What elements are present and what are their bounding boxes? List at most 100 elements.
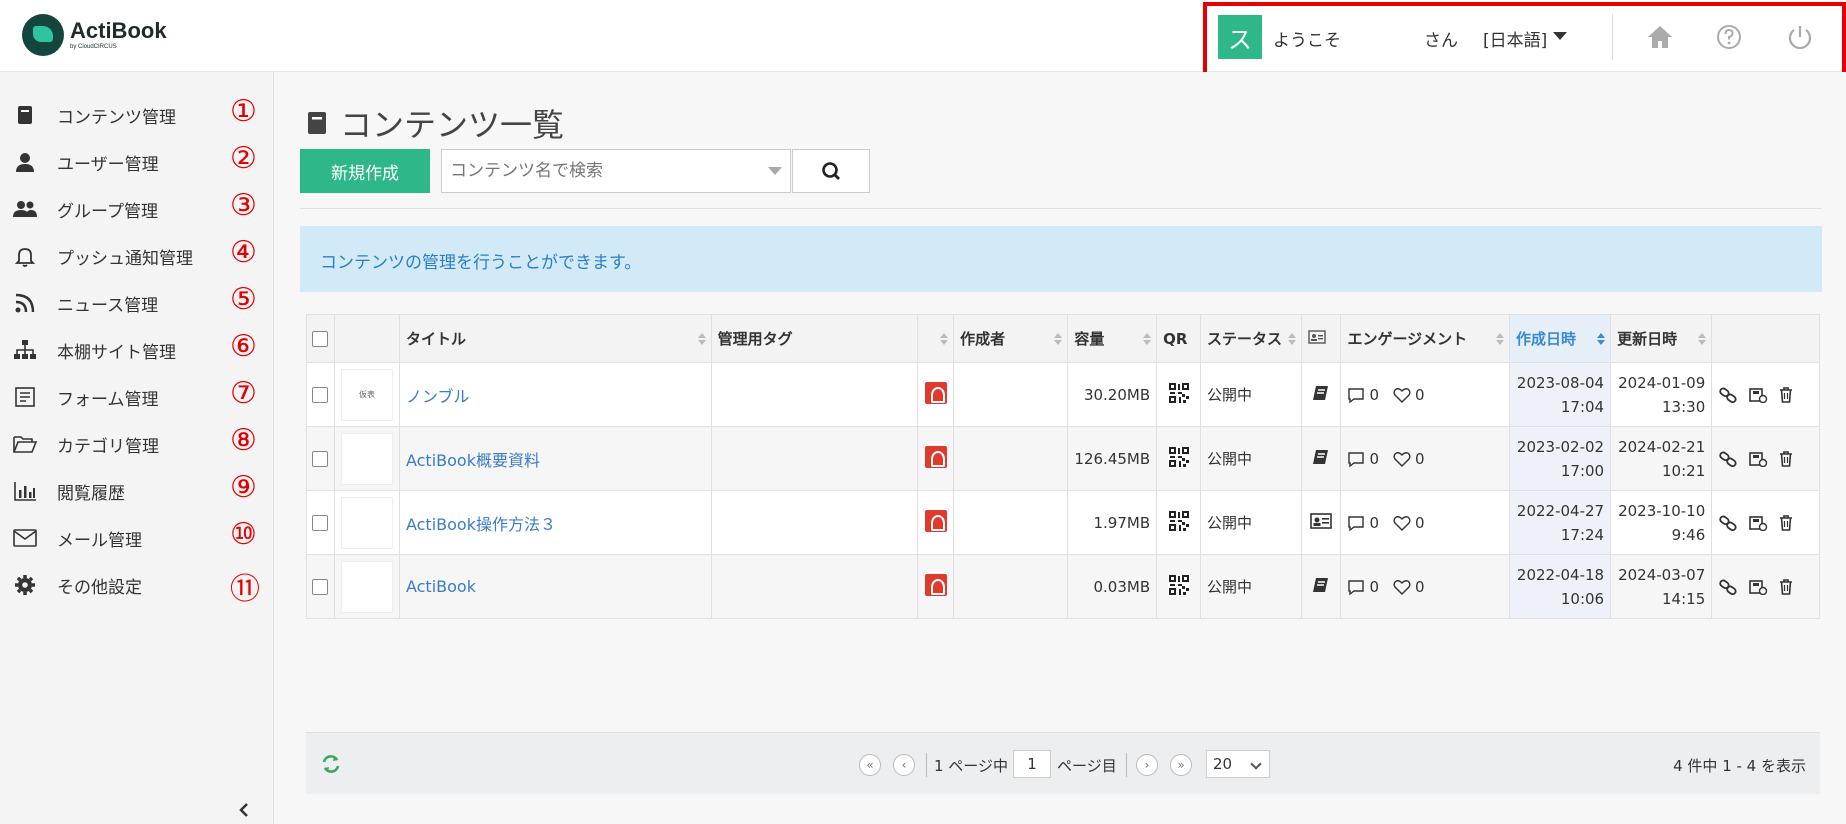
content-thumbnail[interactable]: 仮表 bbox=[340, 368, 393, 421]
content-title-link[interactable]: ActiBook bbox=[406, 577, 476, 596]
create-new-button[interactable]: 新規作成 bbox=[300, 149, 430, 193]
col-updated[interactable]: 更新日時 bbox=[1610, 314, 1713, 363]
row-checkbox[interactable] bbox=[312, 515, 328, 531]
sidebar-item-users[interactable]: ユーザー管理 ② bbox=[0, 141, 274, 182]
content-thumbnail[interactable] bbox=[340, 560, 393, 613]
col-title[interactable]: タイトル bbox=[398, 314, 712, 363]
sidebar: コンテンツ管理 ① ユーザー管理 ② グループ管理 ③ プッシュ通知管理 ④ ニ… bbox=[0, 72, 274, 824]
thumb-cell bbox=[333, 554, 400, 619]
book-icon bbox=[18, 106, 32, 124]
link-icon[interactable] bbox=[1718, 387, 1738, 403]
qr-cell bbox=[1156, 426, 1201, 491]
engagement-cell: 00 bbox=[1340, 554, 1510, 619]
collapse-sidebar-icon[interactable] bbox=[234, 800, 254, 820]
pdf-icon bbox=[924, 573, 947, 596]
col-size[interactable]: 容量 bbox=[1067, 314, 1158, 363]
qr-code-icon[interactable] bbox=[1167, 381, 1190, 404]
next-page-button[interactable]: › bbox=[1136, 754, 1158, 776]
sort-icon bbox=[1287, 333, 1296, 345]
sidebar-item-history[interactable]: 閲覧履歴 ⑨ bbox=[0, 470, 274, 511]
book-viewer-icon[interactable] bbox=[1311, 384, 1331, 402]
sidebar-item-news[interactable]: ニュース管理 ⑤ bbox=[0, 282, 274, 323]
table-row[interactable]: ActiBook 0.03MB 公開中 0 0 2022-04-18 10:06 2024-0… bbox=[306, 554, 1820, 619]
row-checkbox[interactable] bbox=[312, 451, 328, 467]
select-all-checkbox[interactable] bbox=[312, 331, 328, 347]
content-thumbnail[interactable] bbox=[340, 496, 393, 549]
bell-icon bbox=[14, 248, 36, 267]
sidebar-item-categories[interactable]: カテゴリ管理 ⑧ bbox=[0, 423, 274, 464]
sidebar-item-forms[interactable]: フォーム管理 ⑦ bbox=[0, 376, 274, 417]
row-checkbox[interactable] bbox=[312, 387, 328, 403]
sidebar-item-groups[interactable]: グループ管理 ③ bbox=[0, 188, 274, 229]
engagement-cell: 00 bbox=[1340, 362, 1510, 427]
thumb-header bbox=[333, 314, 400, 363]
refresh-icon[interactable] bbox=[320, 753, 342, 775]
first-page-button[interactable]: « bbox=[859, 754, 881, 776]
col-viewer bbox=[1300, 314, 1342, 363]
col-actions bbox=[1711, 314, 1820, 363]
qr-cell bbox=[1156, 554, 1201, 619]
delete-icon[interactable] bbox=[1778, 450, 1794, 468]
last-page-button[interactable]: » bbox=[1170, 754, 1192, 776]
sitemap-icon bbox=[14, 340, 36, 359]
col-tag: 管理用タグ bbox=[710, 314, 919, 363]
copy-settings-icon[interactable] bbox=[1748, 387, 1768, 403]
row-checkbox[interactable] bbox=[312, 579, 328, 595]
per-page-select[interactable]: 20 bbox=[1206, 750, 1270, 778]
comment-count: 0 bbox=[1369, 513, 1380, 532]
copy-settings-icon[interactable] bbox=[1748, 579, 1768, 595]
col-created[interactable]: 作成日時 bbox=[1508, 314, 1612, 363]
content-title-link[interactable]: ノンブル bbox=[406, 387, 470, 406]
sidebar-item-settings[interactable]: その他設定 ⑪ bbox=[0, 565, 274, 607]
sidebar-item-bookshelf[interactable]: 本棚サイト管理 ⑥ bbox=[0, 329, 274, 370]
content-title-link[interactable]: ActiBook操作方法３ bbox=[406, 515, 556, 534]
table-row[interactable]: ActiBook操作方法３ 1.97MB 公開中 0 0 2022-04-27 17:24 2… bbox=[306, 490, 1820, 555]
prev-page-button[interactable]: ‹ bbox=[893, 754, 915, 776]
content-thumbnail[interactable] bbox=[340, 432, 393, 485]
sidebar-item-label: ニュース管理 bbox=[57, 295, 159, 316]
card-viewer-icon[interactable] bbox=[1310, 512, 1332, 529]
pdf-icon bbox=[924, 445, 947, 468]
copy-settings-icon[interactable] bbox=[1748, 451, 1768, 467]
search-input[interactable] bbox=[442, 150, 758, 192]
link-icon[interactable] bbox=[1718, 451, 1738, 467]
delete-icon[interactable] bbox=[1778, 578, 1794, 596]
updated-date: 2024-02-21 bbox=[1618, 437, 1706, 456]
qr-code-icon[interactable] bbox=[1167, 573, 1190, 596]
comment-icon bbox=[1348, 451, 1365, 467]
created-time: 10:06 bbox=[1560, 589, 1605, 608]
search-dropdown-caret-icon[interactable] bbox=[768, 167, 782, 175]
form-icon bbox=[15, 387, 35, 407]
link-icon[interactable] bbox=[1718, 515, 1738, 531]
sidebar-item-label: プッシュ通知管理 bbox=[57, 248, 193, 269]
col-status[interactable]: ステータス bbox=[1200, 314, 1302, 363]
page-suffix-label: ページ目 bbox=[1057, 757, 1117, 775]
book-viewer-icon[interactable] bbox=[1311, 576, 1331, 594]
col-author[interactable]: 作成者 bbox=[953, 314, 1069, 363]
link-icon[interactable] bbox=[1718, 579, 1738, 595]
actions-cell bbox=[1711, 490, 1820, 555]
delete-icon[interactable] bbox=[1778, 514, 1794, 532]
sidebar-item-label: フォーム管理 bbox=[57, 389, 159, 410]
sidebar-item-contents[interactable]: コンテンツ管理 ① bbox=[0, 94, 274, 135]
page-number-input[interactable]: 1 bbox=[1013, 750, 1051, 778]
content-title-link[interactable]: ActiBook概要資料 bbox=[406, 451, 540, 470]
sidebar-item-push[interactable]: プッシュ通知管理 ④ bbox=[0, 235, 274, 276]
author-cell bbox=[953, 426, 1069, 491]
col-type[interactable] bbox=[917, 314, 955, 363]
updated-cell: 2023-10-10 9:46 bbox=[1610, 490, 1713, 555]
type-cell bbox=[917, 426, 955, 491]
thumb-cell: 仮表 bbox=[333, 362, 400, 427]
actibook-logo[interactable]: ActiBook by CloudCIRCUS bbox=[22, 14, 167, 56]
sidebar-item-mail[interactable]: メール管理 ⑩ bbox=[0, 517, 274, 558]
table-row[interactable]: 仮表 ノンブル 30.20MB 公開中 0 0 2023-08-04 17:04 2024-01… bbox=[306, 362, 1820, 427]
copy-settings-icon[interactable] bbox=[1748, 515, 1768, 531]
delete-icon[interactable] bbox=[1778, 386, 1794, 404]
search-button[interactable] bbox=[792, 149, 870, 193]
book-viewer-icon[interactable] bbox=[1311, 448, 1331, 466]
col-engagement[interactable]: エンゲージメント bbox=[1340, 314, 1510, 363]
qr-code-icon[interactable] bbox=[1167, 509, 1190, 532]
annotation-number: ④ bbox=[230, 235, 257, 270]
qr-code-icon[interactable] bbox=[1167, 445, 1190, 468]
table-row[interactable]: ActiBook概要資料 126.45MB 公開中 0 0 2023-02-02 17:00… bbox=[306, 426, 1820, 491]
